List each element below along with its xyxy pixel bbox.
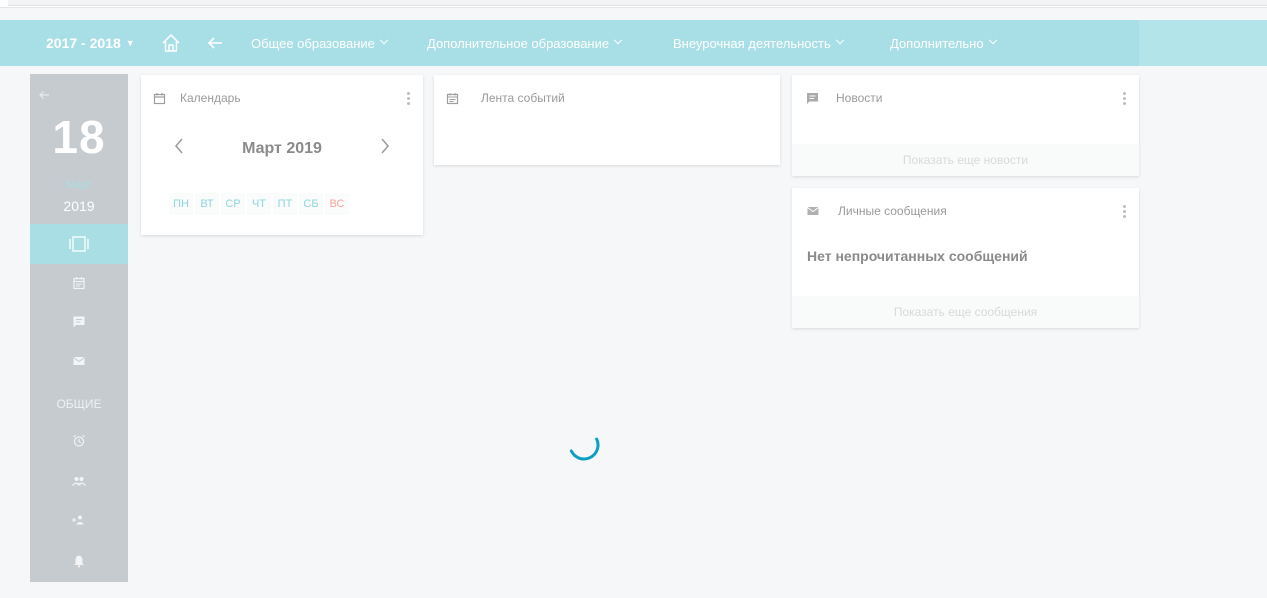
weekday-label: СР	[221, 193, 245, 215]
events-card-title: Лента событий	[481, 91, 565, 105]
events-card-header: Лента событий	[434, 75, 780, 121]
chevron-right-icon	[381, 138, 390, 154]
more-vert-icon[interactable]	[1123, 92, 1127, 107]
current-day: 18	[52, 111, 106, 163]
sidebar-item-groups[interactable]	[30, 475, 128, 487]
home-icon[interactable]	[160, 20, 182, 66]
nav-additional-education[interactable]: Дополнительное образование	[427, 20, 623, 66]
nav-general-education-label: Общее образование	[251, 35, 375, 51]
bell-icon	[74, 555, 84, 568]
nav-more[interactable]: Дополнительно	[890, 20, 997, 66]
news-card: Новости Показать еще новости	[792, 75, 1139, 176]
calendar-list-icon	[446, 92, 459, 105]
weekday-label: ВТ	[195, 193, 219, 215]
messages-card-title: Личные сообщения	[838, 204, 947, 218]
calendar-card-title: Календарь	[180, 91, 241, 105]
nav-additional-education-label: Дополнительное образование	[427, 35, 610, 51]
news-card-header: Новости	[792, 75, 1139, 121]
current-year: 2019	[63, 198, 95, 214]
chevron-down-icon	[988, 35, 997, 45]
collapse-arrow-icon[interactable]	[38, 88, 50, 106]
calendar-icon	[153, 92, 166, 105]
top-nav-bar: 2017 - 2018 ▼ Общее образование Дополнит…	[0, 20, 1267, 66]
sidebar-item-news[interactable]	[30, 315, 128, 329]
nav-more-label: Дополнительно	[890, 35, 984, 51]
chat-icon	[73, 316, 85, 328]
chat-icon	[806, 92, 819, 105]
messages-card: Личные сообщения Нет непрочитанных сообщ…	[792, 188, 1139, 328]
weekday-label: ПТ	[273, 193, 297, 215]
nav-extracurricular-label: Внеурочная деятельность	[673, 35, 831, 51]
weekday-label: ВС	[325, 193, 349, 215]
sidebar-section-label: ОБЩИЕ	[56, 397, 102, 411]
chevron-down-icon	[613, 35, 623, 45]
year-selector-label: 2017 - 2018	[46, 35, 121, 51]
calendar-card: Календарь Март 2019 ПН ВТ СР ЧТ ПТ СБ ВС	[141, 75, 423, 235]
mail-icon	[73, 357, 85, 365]
events-feed-card: Лента событий	[434, 75, 780, 165]
chevron-down-icon	[835, 35, 845, 45]
sidebar-item-notifications[interactable]	[30, 554, 128, 568]
weekday-label: СБ	[299, 193, 323, 215]
caret-down-icon: ▼	[125, 38, 135, 48]
messages-card-header: Личные сообщения	[792, 188, 1139, 234]
no-messages-text: Нет непрочитанных сообщений	[807, 248, 1028, 264]
alarm-icon	[73, 434, 85, 447]
next-month-button[interactable]	[379, 137, 391, 161]
date-sidebar: 18 Март 2019 ОБЩИЕ	[30, 74, 128, 582]
calendar-card-header: Календарь	[141, 75, 423, 121]
show-more-news-link[interactable]: Показать еще новости	[792, 144, 1139, 176]
weekday-label: ПН	[169, 193, 193, 215]
more-vert-icon[interactable]	[1123, 205, 1127, 220]
sidebar-item-calendar[interactable]	[30, 276, 128, 290]
sidebar-item-alarm[interactable]	[30, 434, 128, 448]
back-arrow-icon[interactable]	[206, 20, 224, 66]
sidebar-item-add-user[interactable]	[30, 514, 128, 526]
news-card-title: Новости	[836, 91, 883, 105]
weekday-label: ЧТ	[247, 193, 271, 215]
mail-icon	[807, 206, 819, 216]
calendar-icon	[73, 277, 85, 290]
show-more-messages-link[interactable]: Показать еще сообщения	[792, 296, 1139, 328]
group-icon	[72, 477, 86, 486]
browser-top-strip	[0, 0, 1267, 8]
nav-extracurricular[interactable]: Внеурочная деятельность	[673, 20, 845, 66]
year-selector[interactable]: 2017 - 2018 ▼	[46, 20, 135, 66]
sidebar-item-messages[interactable]	[30, 355, 128, 367]
chevron-down-icon	[379, 35, 389, 45]
loading-spinner-icon	[566, 427, 602, 463]
dashboard-icon	[30, 236, 128, 252]
current-month: Март	[65, 179, 93, 191]
weekday-header-row: ПН ВТ СР ЧТ ПТ СБ ВС	[169, 193, 351, 217]
add-user-icon	[72, 515, 84, 525]
nav-general-education[interactable]: Общее образование	[251, 20, 389, 66]
more-vert-icon[interactable]	[407, 92, 411, 107]
